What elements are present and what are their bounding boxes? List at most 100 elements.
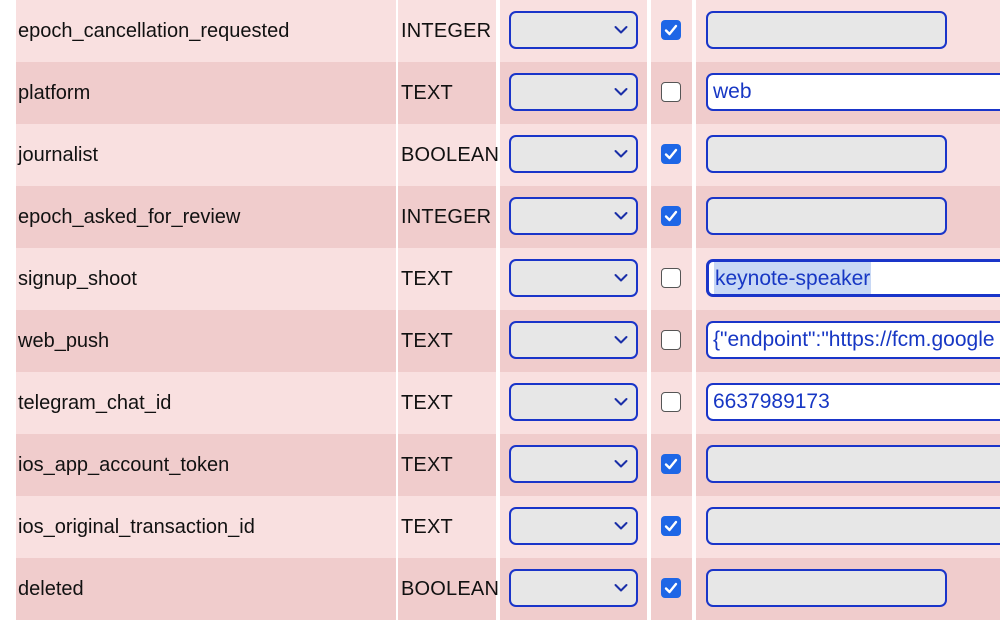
column-name-cell: platform	[16, 62, 396, 124]
value-input[interactable]: 6637989173	[706, 383, 1000, 421]
column-name-cell: epoch_asked_for_review	[16, 186, 396, 248]
null-cell	[651, 248, 692, 310]
value-cell	[696, 434, 1000, 496]
null-cell	[651, 62, 692, 124]
null-checkbox[interactable]	[661, 144, 681, 164]
value-cell	[696, 186, 1000, 248]
null-checkbox[interactable]	[661, 82, 681, 102]
null-cell	[651, 558, 692, 620]
table-row: ios_original_transaction_id TEXT	[0, 496, 1000, 558]
function-select[interactable]	[509, 383, 638, 421]
value-input[interactable]	[706, 569, 947, 607]
column-name: telegram_chat_id	[18, 392, 172, 414]
column-name: web_push	[18, 330, 110, 352]
column-type-cell: BOOLEAN	[398, 124, 500, 186]
value-cell: web	[696, 62, 1000, 124]
value-text: {"endpoint":"https://fcm.google	[713, 328, 995, 351]
value-input[interactable]: web	[706, 73, 1000, 111]
table-row: telegram_chat_id TEXT 6637989173	[0, 372, 1000, 434]
column-name-cell: epoch_cancellation_requested	[16, 0, 396, 62]
value-input[interactable]	[706, 507, 1000, 545]
column-type-cell: TEXT	[398, 372, 496, 434]
column-name-cell: signup_shoot	[16, 248, 396, 310]
column-name: ios_app_account_token	[18, 454, 230, 476]
function-select[interactable]	[509, 259, 638, 297]
function-cell	[500, 248, 647, 310]
column-name-cell: ios_app_account_token	[16, 434, 396, 496]
column-type-cell: TEXT	[398, 496, 496, 558]
null-checkbox[interactable]	[661, 330, 681, 350]
table-row: epoch_asked_for_review INTEGER	[0, 186, 1000, 248]
column-type: TEXT	[401, 516, 453, 538]
value-input[interactable]	[706, 197, 947, 235]
null-checkbox[interactable]	[661, 454, 681, 474]
function-cell	[500, 186, 647, 248]
function-select[interactable]	[509, 197, 638, 235]
null-cell	[651, 186, 692, 248]
column-type: TEXT	[401, 268, 453, 290]
column-type: TEXT	[401, 454, 453, 476]
table-row: journalist BOOLEAN	[0, 124, 1000, 186]
function-cell	[500, 0, 647, 62]
null-checkbox[interactable]	[661, 516, 681, 536]
null-cell	[651, 124, 692, 186]
function-select[interactable]	[509, 11, 638, 49]
value-input[interactable]	[706, 11, 947, 49]
function-select[interactable]	[509, 569, 638, 607]
value-cell: 6637989173	[696, 372, 1000, 434]
null-cell	[651, 0, 692, 62]
column-type-cell: TEXT	[398, 434, 496, 496]
column-name-cell: telegram_chat_id	[16, 372, 396, 434]
function-cell	[500, 124, 647, 186]
value-text: 6637989173	[713, 390, 830, 413]
column-type: BOOLEAN	[401, 144, 500, 166]
column-name: epoch_asked_for_review	[18, 206, 241, 228]
column-type-cell: TEXT	[398, 248, 496, 310]
column-edit-table: epoch_cancellation_requested INTEGER platf…	[0, 0, 1000, 620]
column-type: BOOLEAN	[401, 578, 500, 600]
null-cell	[651, 496, 692, 558]
column-type: TEXT	[401, 82, 453, 104]
value-input[interactable]: keynote-speaker	[706, 259, 1000, 297]
function-select[interactable]	[509, 135, 638, 173]
column-type-cell: BOOLEAN	[398, 558, 500, 620]
value-input[interactable]	[706, 445, 1000, 483]
column-name: signup_shoot	[18, 268, 137, 290]
null-checkbox[interactable]	[661, 20, 681, 40]
function-select[interactable]	[509, 73, 638, 111]
column-name: platform	[18, 82, 91, 104]
function-select[interactable]	[509, 445, 638, 483]
null-checkbox[interactable]	[661, 578, 681, 598]
value-cell: keynote-speaker	[696, 248, 1000, 310]
table-row: web_push TEXT {"endpoint":"https://fcm.goo…	[0, 310, 1000, 372]
value-input[interactable]	[706, 135, 947, 173]
value-cell	[696, 496, 1000, 558]
column-name-cell: deleted	[16, 558, 396, 620]
column-type-cell: INTEGER	[398, 0, 496, 62]
column-type: TEXT	[401, 330, 453, 352]
column-type: INTEGER	[401, 20, 492, 42]
null-checkbox[interactable]	[661, 392, 681, 412]
value-input[interactable]: {"endpoint":"https://fcm.google	[706, 321, 1000, 359]
column-type-cell: TEXT	[398, 62, 496, 124]
table-row: deleted BOOLEAN	[0, 558, 1000, 620]
value-text: keynote-speaker	[714, 262, 872, 294]
function-cell	[500, 496, 647, 558]
column-name: epoch_cancellation_requested	[18, 20, 290, 42]
null-checkbox[interactable]	[661, 268, 681, 288]
column-name: ios_original_transaction_id	[18, 516, 255, 538]
column-name: journalist	[18, 144, 99, 166]
null-checkbox[interactable]	[661, 206, 681, 226]
value-cell: {"endpoint":"https://fcm.google	[696, 310, 1000, 372]
table-row: epoch_cancellation_requested INTEGER	[0, 0, 1000, 62]
value-cell	[696, 124, 1000, 186]
value-cell	[696, 558, 1000, 620]
function-select[interactable]	[509, 321, 638, 359]
function-cell	[500, 62, 647, 124]
null-cell	[651, 372, 692, 434]
table-row: platform TEXT web	[0, 62, 1000, 124]
function-select[interactable]	[509, 507, 638, 545]
function-cell	[500, 310, 647, 372]
null-cell	[651, 310, 692, 372]
column-name-cell: ios_original_transaction_id	[16, 496, 396, 558]
